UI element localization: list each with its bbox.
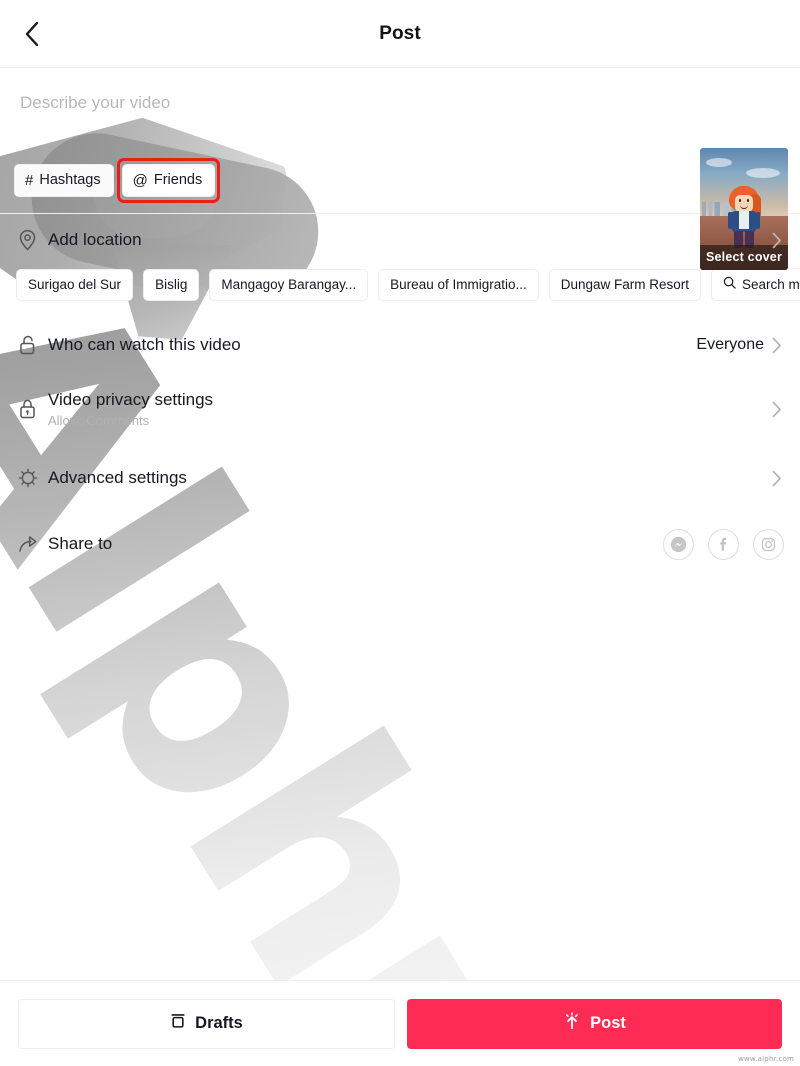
post-form: Describe your video Select cover # Hasht… <box>0 68 800 577</box>
location-chip[interactable]: Surigao del Sur <box>16 268 134 301</box>
advanced-settings-row[interactable]: Advanced settings <box>0 445 800 511</box>
hashtag-icon: # <box>25 171 34 189</box>
hashtags-chip-label: Hashtags <box>39 172 101 188</box>
post-screen: Post Alphr Describe your video Select co… <box>0 0 800 1066</box>
who-can-watch-value: Everyone <box>696 336 764 353</box>
drafts-label: Drafts <box>195 1014 243 1032</box>
back-button[interactable] <box>12 14 52 54</box>
video-privacy-row[interactable]: Video privacy settings Allow: Comments <box>0 373 800 445</box>
add-location-label: Add location <box>48 230 142 249</box>
add-location-row[interactable]: Add location <box>0 214 800 266</box>
drafts-box-icon <box>170 1012 186 1035</box>
video-privacy-label: Video privacy settings <box>48 390 214 409</box>
who-can-watch-label: Who can watch this video <box>48 335 241 354</box>
instagram-icon[interactable] <box>753 528 784 560</box>
chevron-right-icon <box>772 232 782 249</box>
upload-arrow-icon <box>563 1011 581 1036</box>
search-icon <box>723 276 736 292</box>
location-chip-label: Surigao del Sur <box>28 276 122 292</box>
chevron-right-icon <box>772 337 782 354</box>
description-block: Describe your video Select cover # Hasht… <box>0 68 800 270</box>
unlock-icon <box>18 334 48 356</box>
gear-icon <box>18 468 48 488</box>
share-targets <box>663 528 784 560</box>
post-button[interactable]: Post <box>407 998 782 1049</box>
location-chip[interactable]: Dungaw Farm Resort <box>548 268 702 301</box>
chevron-right-icon <box>772 470 782 487</box>
location-chip[interactable]: Mangagoy Barangay... <box>209 268 369 301</box>
bottom-action-bar: Drafts Post <box>0 980 800 1066</box>
app-header: Post <box>0 0 800 68</box>
friends-chip-label: Friends <box>153 172 203 188</box>
video-privacy-sub: Allow: Comments <box>48 413 150 428</box>
location-pin-icon <box>18 229 48 251</box>
share-to-row: Share to <box>0 511 800 577</box>
location-suggestions: Surigao del Sur Bislig Mangagoy Barangay… <box>0 266 800 317</box>
site-credit-watermark: www.alphr.com <box>738 1055 794 1063</box>
page-title: Post <box>379 22 421 44</box>
facebook-icon[interactable] <box>708 528 739 560</box>
hashtags-chip[interactable]: # Hashtags <box>14 164 114 197</box>
search-more-chip[interactable]: Search more <box>711 268 800 301</box>
share-arrow-icon <box>18 534 48 554</box>
thumbnail-cloud <box>746 168 780 178</box>
description-input[interactable]: Describe your video <box>20 90 780 114</box>
messenger-icon[interactable] <box>663 528 694 560</box>
who-can-watch-row[interactable]: Who can watch this video Everyone <box>0 317 800 373</box>
thumbnail-cloud <box>706 158 732 167</box>
chevron-left-icon <box>24 21 40 47</box>
post-label: Post <box>590 1014 626 1032</box>
video-privacy-text: Video privacy settings Allow: Comments <box>48 390 772 428</box>
advanced-settings-label: Advanced settings <box>48 468 187 487</box>
share-to-label: Share to <box>48 534 113 553</box>
tag-chip-bar: # Hashtags @ Friends <box>14 158 221 203</box>
lock-icon <box>18 398 48 420</box>
search-more-label: Search more <box>742 276 800 292</box>
at-mention-icon: @ <box>132 171 148 189</box>
drafts-button[interactable]: Drafts <box>18 998 395 1049</box>
friends-chip[interactable]: @ Friends <box>116 158 221 203</box>
location-chip-label: Bislig <box>155 276 188 292</box>
location-chip-label: Mangagoy Barangay... <box>221 276 357 292</box>
chevron-right-icon <box>772 401 782 418</box>
location-chip[interactable]: Bureau of Immigratio... <box>378 268 539 301</box>
location-chip-label: Bureau of Immigratio... <box>390 276 527 292</box>
location-chip[interactable]: Bislig <box>143 268 200 301</box>
location-chip-label: Dungaw Farm Resort <box>560 276 690 292</box>
